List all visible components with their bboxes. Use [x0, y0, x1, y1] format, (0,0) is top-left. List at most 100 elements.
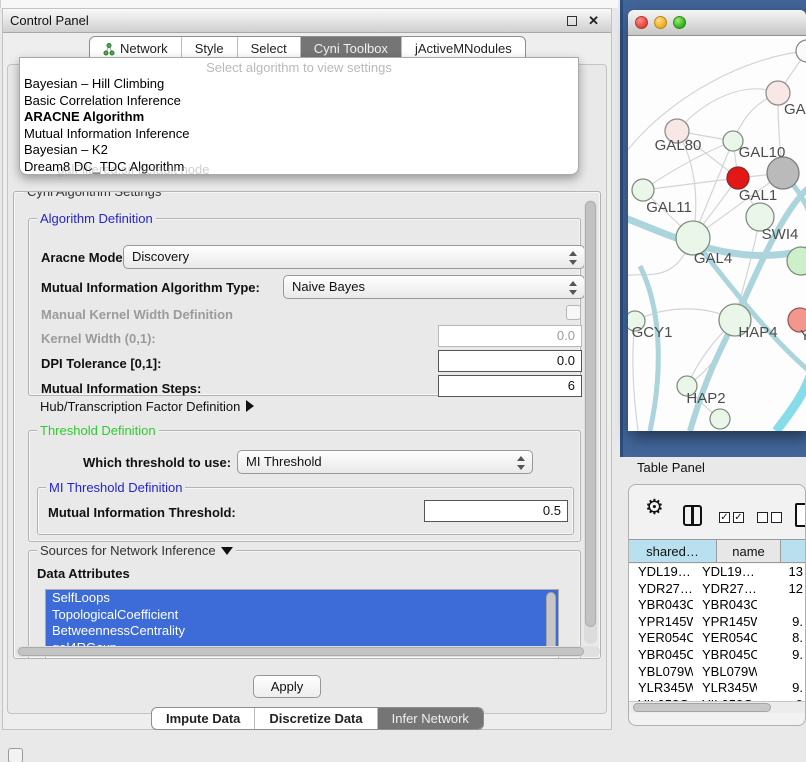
collapsed-arrow-icon: [246, 400, 254, 412]
aracne-mode-combo[interactable]: Discovery: [123, 245, 585, 269]
mi-type-combo[interactable]: Naive Bayes: [283, 275, 585, 299]
network-icon: [103, 43, 115, 56]
sources-group: Sources for Network Inference Data Attri…: [28, 550, 581, 659]
minimize-traffic-light-icon[interactable]: [654, 16, 667, 29]
which-threshold-combo[interactable]: MI Threshold: [237, 450, 533, 474]
bottom-left-grip[interactable]: [8, 748, 23, 762]
network-node[interactable]: [767, 157, 799, 189]
table-header-row: shared… name: [629, 539, 805, 563]
table-panel-title: Table Panel: [637, 460, 705, 475]
data-attribute-item[interactable]: SelfLoops: [46, 590, 558, 607]
table-body: YDL19…YDL19…13YDR27…YDR27…12YBR043CYBR04…: [629, 564, 805, 701]
mi-threshold-group: MI Threshold Definition Mutual Informati…: [37, 487, 574, 535]
table-row[interactable]: YLR345WYLR345W9.: [629, 680, 805, 697]
settings-horizontal-scrollbar[interactable]: [16, 646, 600, 657]
node-label: HAP2: [686, 390, 725, 407]
network-window[interactable]: GALGAL80GAL10GAL1GAL11GAL4SWI4GCY1HAP4YH…: [628, 10, 806, 431]
table-row[interactable]: YBR045CYBR045C9.: [629, 647, 805, 664]
zoom-traffic-light-icon[interactable]: [673, 16, 686, 29]
cyni-bottom-tab-bar: Impute DataDiscretize DataInfer Network: [151, 707, 484, 730]
manual-kernel-checkbox[interactable]: [566, 305, 581, 320]
network-node[interactable]: [727, 167, 749, 189]
node-label: SWI4: [762, 226, 799, 243]
hub-definition-label: Hub/Transcription Factor Definition: [40, 399, 240, 414]
table-cell: 9.: [757, 614, 805, 631]
float-window-icon[interactable]: [567, 16, 577, 26]
screen: Control Panel ✕ NetworkStyleSelectCyni T…: [0, 0, 806, 762]
table-cell: 13: [757, 564, 805, 581]
gear-icon[interactable]: ⚙: [645, 495, 664, 520]
cyni-algorithm-settings-group: Cyni Algorithm Settings Algorithm Defini…: [13, 191, 601, 659]
column-header-partial[interactable]: [781, 540, 805, 562]
network-window-titlebar[interactable]: [628, 10, 806, 36]
aracne-mode-value: Discovery: [132, 249, 189, 264]
table-cell: YLR345W: [693, 680, 757, 697]
algorithm-option[interactable]: Bayesian – K2: [20, 142, 578, 159]
stepper-arrows-icon: [516, 455, 525, 471]
column-header-shared-name[interactable]: shared…: [629, 540, 717, 562]
settings-vertical-scrollbar[interactable]: [584, 200, 597, 644]
network-node[interactable]: [710, 409, 730, 429]
table-row[interactable]: YPR145WYPR145W9.: [629, 614, 805, 631]
control-panel-titlebar[interactable]: Control Panel ✕: [3, 9, 611, 33]
table-cell: YPR145W: [693, 614, 757, 631]
hub-definition-toggle[interactable]: Hub/Transcription Factor Definition: [40, 399, 254, 414]
data-attribute-item[interactable]: TopologicalCoefficient: [46, 607, 558, 624]
table-cell: YDL19…: [693, 564, 757, 581]
network-canvas[interactable]: GALGAL80GAL10GAL1GAL11GAL4SWI4GCY1HAP4YH…: [628, 36, 806, 431]
table-row[interactable]: YDL19…YDL19…13: [629, 564, 805, 581]
select-all-checkbox-icon[interactable]: ✓: [733, 512, 744, 523]
threshold-definition-group: Threshold Definition Which threshold to …: [28, 430, 581, 542]
table-cell: YDL19…: [629, 564, 693, 581]
bottom-tab-infer-network[interactable]: Infer Network: [377, 708, 483, 729]
algorithm-option[interactable]: Mutual Information Inference: [20, 126, 578, 143]
sources-toggle[interactable]: Sources for Network Inference: [37, 543, 236, 558]
table-row[interactable]: YBL079WYBL079W: [629, 664, 805, 681]
columns-icon[interactable]: [683, 505, 702, 526]
export-table-icon[interactable]: [795, 503, 806, 527]
column-header-name[interactable]: name: [717, 540, 781, 562]
kernel-width-label: Kernel Width (0,1):: [41, 331, 156, 346]
sources-title: Sources for Network Inference: [40, 543, 216, 558]
apply-button[interactable]: Apply: [253, 675, 321, 698]
dpi-tolerance-label: DPI Tolerance [0,1]:: [41, 356, 161, 371]
table-cell: YBR043C: [693, 597, 757, 614]
which-threshold-label: Which threshold to use:: [83, 455, 231, 470]
close-icon[interactable]: ✕: [588, 13, 599, 29]
dpi-tolerance-field[interactable]: 0.0: [438, 350, 582, 372]
select-all-checkbox-icon[interactable]: ✓: [719, 512, 730, 523]
mi-steps-field[interactable]: 6: [438, 375, 582, 397]
deselect-all-checkbox-icon[interactable]: [757, 512, 768, 523]
kernel-width-field[interactable]: 0.0: [438, 325, 582, 347]
algorithm-option[interactable]: Basic Correlation Inference: [20, 93, 578, 110]
table-row[interactable]: YER054CYER054C8.: [629, 630, 805, 647]
network-node[interactable]: [796, 40, 806, 62]
table-cell: YBR045C: [693, 647, 757, 664]
table-cell: YER054C: [693, 630, 757, 647]
aracne-mode-label: Aracne Mode:: [41, 250, 127, 265]
node-label: HAP4: [738, 324, 777, 341]
algorithm-option[interactable]: Bayesian – Hill Climbing: [20, 76, 578, 93]
close-traffic-light-icon[interactable]: [635, 16, 648, 29]
table-cell: YDR27…: [693, 581, 757, 598]
table-row[interactable]: YDR27…YDR27…12: [629, 581, 805, 598]
network-node-gal11[interactable]: [632, 179, 654, 201]
data-attribute-item[interactable]: BetweennessCentrality: [46, 623, 558, 640]
deselect-all-checkbox-icon[interactable]: [771, 512, 782, 523]
table-row[interactable]: YBR043CYBR043C: [629, 597, 805, 614]
mi-threshold-field[interactable]: 0.5: [424, 500, 568, 522]
bottom-tab-impute-data[interactable]: Impute Data: [152, 708, 254, 729]
table-cell: YBR043C: [629, 597, 693, 614]
expanded-arrow-icon: [221, 547, 233, 555]
mi-type-value: Naive Bayes: [292, 279, 365, 294]
data-attributes-label: Data Attributes: [37, 566, 130, 581]
bottom-tab-discretize-data[interactable]: Discretize Data: [254, 708, 376, 729]
algorithm-option[interactable]: ARACNE Algorithm: [20, 109, 578, 126]
algorithm-definition-title: Algorithm Definition: [37, 211, 156, 226]
table-cell: [757, 597, 805, 614]
top-strip: [0, 0, 618, 8]
table-cell: YBL079W: [693, 664, 757, 681]
table-cell: 8.: [757, 630, 805, 647]
table-toolbar: ⚙ ✓ ✓: [629, 485, 805, 539]
table-horizontal-scrollbar[interactable]: [629, 701, 805, 713]
